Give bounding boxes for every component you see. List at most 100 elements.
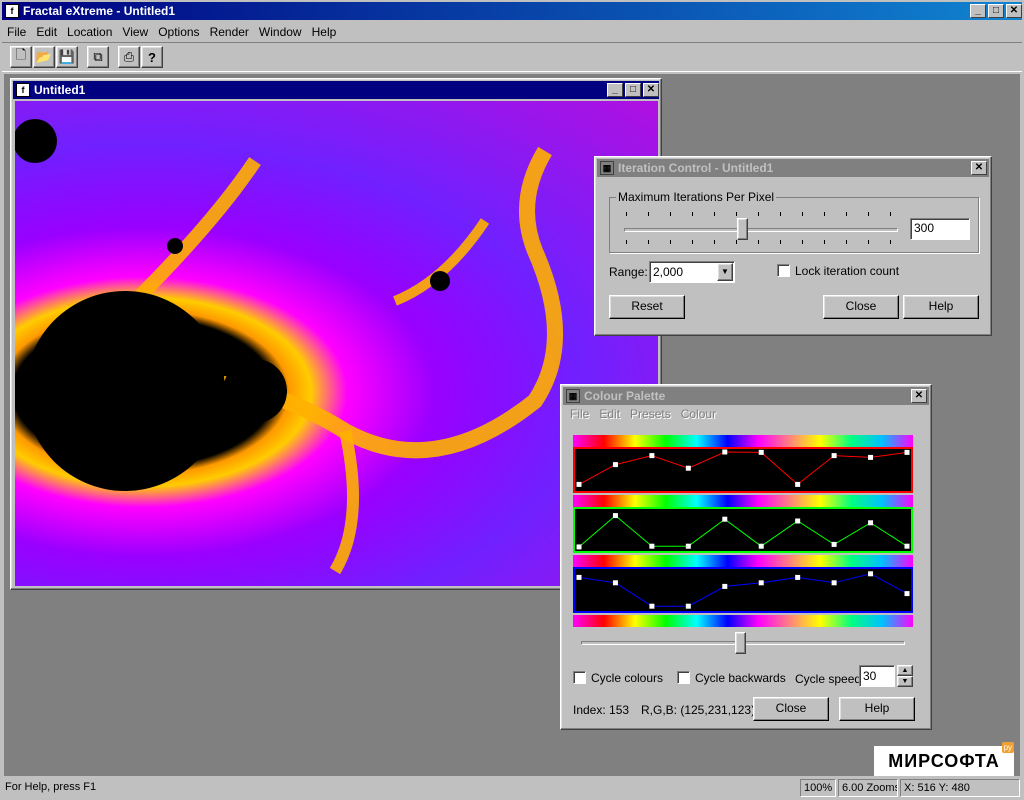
- iteration-slider-thumb[interactable]: [736, 218, 748, 240]
- red-control-point[interactable]: [612, 462, 618, 468]
- red-control-point[interactable]: [904, 449, 910, 455]
- cycle-speed-field[interactable]: 30: [859, 665, 895, 687]
- green-control-point[interactable]: [758, 543, 764, 549]
- document-title-bar: f Untitled1 _ □ ✕: [13, 81, 659, 99]
- doc-maximize-button[interactable]: □: [625, 83, 641, 97]
- menu-window[interactable]: Window: [254, 25, 307, 39]
- lock-iteration-label: Lock iteration count: [795, 264, 900, 278]
- green-control-point[interactable]: [685, 543, 691, 549]
- green-control-point[interactable]: [722, 516, 728, 522]
- open-icon[interactable]: 📂: [33, 46, 55, 68]
- new-icon[interactable]: 🗋: [10, 46, 32, 68]
- red-control-point[interactable]: [649, 453, 655, 459]
- blue-control-point[interactable]: [795, 574, 801, 580]
- blue-control-point[interactable]: [576, 574, 582, 580]
- save-icon[interactable]: 💾: [56, 46, 78, 68]
- iteration-close-btn[interactable]: Close: [823, 295, 899, 319]
- green-channel-curve: [576, 513, 910, 550]
- red-control-point[interactable]: [685, 465, 691, 471]
- blue-control-point[interactable]: [722, 583, 728, 589]
- blue-control-point[interactable]: [649, 603, 655, 609]
- gradient-band-1: [573, 435, 913, 447]
- red-control-point[interactable]: [868, 454, 874, 460]
- gradient-band-4: [573, 615, 913, 627]
- green-control-point[interactable]: [795, 518, 801, 524]
- print-icon[interactable]: ⎙: [118, 46, 140, 68]
- green-control-point[interactable]: [831, 541, 837, 547]
- blue-control-point[interactable]: [758, 580, 764, 586]
- copy-icon[interactable]: ⧉: [87, 46, 109, 68]
- status-zoom-count: 6.00 Zooms: [838, 779, 898, 797]
- chevron-down-icon[interactable]: ▼: [717, 263, 733, 281]
- blue-control-point[interactable]: [612, 580, 618, 586]
- green-control-point[interactable]: [576, 544, 582, 550]
- red-channel-curve: [576, 449, 910, 487]
- cycle-backwards-label: Cycle backwards: [695, 671, 786, 685]
- iteration-close-button[interactable]: ✕: [971, 161, 987, 175]
- close-button[interactable]: ✕: [1006, 4, 1022, 18]
- spin-up-icon[interactable]: ▲: [897, 665, 913, 676]
- red-control-point[interactable]: [795, 481, 801, 487]
- watermark-logo: МИРСОФТА ру: [874, 742, 1014, 776]
- blue-control-point[interactable]: [831, 580, 837, 586]
- cycle-speed-value: 30: [863, 669, 877, 683]
- menu-location[interactable]: Location: [62, 25, 117, 39]
- document-icon[interactable]: f: [16, 83, 30, 97]
- help-icon[interactable]: ?: [141, 46, 163, 68]
- menu-help[interactable]: Help: [307, 25, 342, 39]
- app-icon[interactable]: f: [5, 4, 19, 18]
- palette-close-btn[interactable]: Close: [753, 697, 829, 721]
- app-title: Fractal eXtreme - Untitled1: [23, 4, 176, 18]
- blue-control-point[interactable]: [904, 591, 910, 597]
- menu-render[interactable]: Render: [205, 25, 254, 39]
- palette-help-button[interactable]: Help: [839, 697, 915, 721]
- maximize-button[interactable]: □: [988, 4, 1004, 18]
- green-control-point[interactable]: [649, 543, 655, 549]
- doc-minimize-button[interactable]: _: [607, 83, 623, 97]
- red-channel-graph[interactable]: [573, 447, 913, 493]
- palette-menu-presets[interactable]: Presets: [625, 407, 676, 425]
- range-label: Range:: [609, 265, 648, 279]
- minimize-button[interactable]: _: [970, 4, 986, 18]
- palette-menu-edit[interactable]: Edit: [594, 407, 625, 425]
- max-iterations-field[interactable]: 300: [910, 218, 970, 240]
- menu-options[interactable]: Options: [153, 25, 204, 39]
- red-control-point[interactable]: [758, 449, 764, 455]
- doc-close-button[interactable]: ✕: [643, 83, 659, 97]
- palette-menu-bar: File Edit Presets Colour: [565, 407, 721, 425]
- cycle-speed-label: Cycle speed:: [795, 672, 865, 686]
- red-control-point[interactable]: [576, 481, 582, 487]
- menu-view[interactable]: View: [117, 25, 153, 39]
- lock-iteration-checkbox[interactable]: [777, 264, 790, 277]
- green-control-point[interactable]: [904, 543, 910, 549]
- menu-edit[interactable]: Edit: [31, 25, 62, 39]
- green-control-point[interactable]: [868, 520, 874, 526]
- cycle-backwards-checkbox[interactable]: [677, 671, 690, 684]
- blue-channel-curve: [576, 571, 910, 609]
- palette-dialog-icon: ▦: [566, 389, 580, 403]
- iteration-slider-track[interactable]: [624, 228, 898, 232]
- max-iterations-value: 300: [914, 221, 935, 235]
- blue-control-point[interactable]: [868, 571, 874, 577]
- blue-channel-graph[interactable]: [573, 567, 913, 613]
- red-control-point[interactable]: [722, 449, 728, 455]
- range-select[interactable]: 2,000 ▼: [649, 261, 735, 283]
- red-control-point[interactable]: [831, 453, 837, 459]
- blue-control-point[interactable]: [685, 603, 691, 609]
- palette-slider-thumb[interactable]: [734, 632, 746, 654]
- reset-button[interactable]: Reset: [609, 295, 685, 319]
- green-control-point[interactable]: [612, 513, 618, 519]
- palette-close-button[interactable]: ✕: [911, 389, 927, 403]
- palette-menu-colour[interactable]: Colour: [676, 407, 721, 425]
- menu-file[interactable]: File: [2, 25, 31, 39]
- toolbar: 🗋 📂 💾 ⧉ ⎙ ?: [2, 42, 1022, 72]
- spin-down-icon[interactable]: ▼: [897, 676, 913, 687]
- cycle-colours-checkbox[interactable]: [573, 671, 586, 684]
- range-value: 2,000: [653, 265, 684, 279]
- iteration-help-button[interactable]: Help: [903, 295, 979, 319]
- colour-palette-dialog: ▦ Colour Palette ✕ File Edit Presets Col…: [560, 384, 932, 730]
- index-readout: Index: 153: [573, 703, 630, 717]
- palette-menu-file[interactable]: File: [565, 407, 594, 425]
- iteration-title: Iteration Control - Untitled1: [618, 161, 774, 175]
- green-channel-graph[interactable]: [573, 507, 913, 553]
